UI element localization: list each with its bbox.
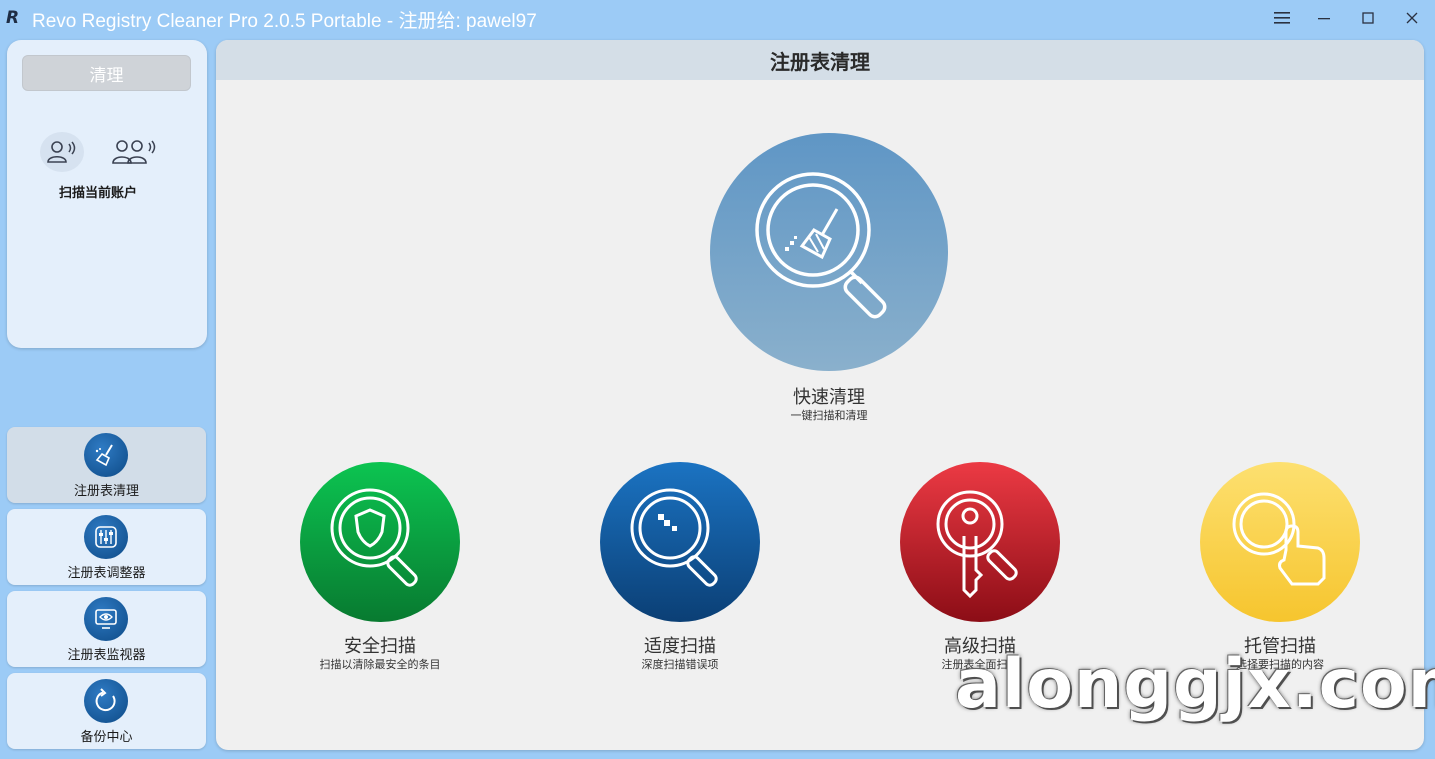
managed-scan-title: 托管扫描 [1244, 636, 1316, 657]
all-users-scan-icon[interactable] [111, 134, 159, 170]
shield-magnifier-icon [330, 488, 418, 587]
sliders-icon [84, 515, 128, 559]
managed-scan-card[interactable]: 托管扫描 选择要扫描的内容 [1160, 462, 1400, 682]
quick-clean-button[interactable] [710, 133, 948, 371]
safe-scan-button[interactable] [300, 462, 460, 622]
advanced-scan-button[interactable] [900, 462, 1060, 622]
broom-icon [84, 433, 128, 477]
current-user-scan-icon[interactable] [40, 132, 84, 172]
nav-label: 注册表清理 [73, 484, 139, 499]
nav-registry-tweaker[interactable]: 注册表调整器 [7, 509, 206, 585]
main-panel: 注册表清理 快速清理 一键扫描和清理 安全扫描 扫描以清除最安全的条目 适度扫描… [216, 40, 1424, 750]
title-bar: R Revo Registry Cleaner Pro 2.0.5 Portab… [0, 0, 1435, 36]
safe-scan-subtitle: 扫描以清除最安全的条目 [319, 658, 441, 671]
nav-backup-center[interactable]: 备份中心 [7, 673, 206, 749]
hand-magnifier-icon [1232, 492, 1326, 586]
minimize-icon[interactable] [1310, 6, 1338, 30]
safe-scan-title: 安全扫描 [344, 636, 416, 657]
moderate-scan-subtitle: 深度扫描错误项 [641, 658, 719, 671]
moderate-scan-title: 适度扫描 [644, 636, 716, 657]
maximize-icon[interactable] [1354, 6, 1382, 30]
scan-options-panel: 清理 扫描当前账户 [7, 40, 207, 348]
nav-label: 备份中心 [80, 730, 133, 745]
app-logo-icon: R [6, 8, 20, 28]
managed-scan-button[interactable] [1200, 462, 1360, 622]
quick-clean-title: 快速清理 [793, 387, 865, 408]
nav-registry-monitor[interactable]: 注册表监视器 [7, 591, 206, 667]
magnifier-broom-icon [755, 172, 887, 319]
page-title: 注册表清理 [216, 40, 1424, 80]
quick-clean-subtitle: 一键扫描和清理 [790, 409, 868, 422]
nav-label: 注册表监视器 [67, 648, 146, 663]
moderate-scan-button[interactable] [600, 462, 760, 622]
safe-scan-card[interactable]: 安全扫描 扫描以清除最安全的条目 [260, 462, 500, 682]
nav-label: 注册表调整器 [67, 566, 146, 581]
nav-registry-cleaner[interactable]: 注册表清理 [7, 427, 206, 503]
monitor-eye-icon [84, 597, 128, 641]
magnifier-icon [630, 488, 718, 587]
managed-scan-subtitle: 选择要扫描的内容 [1236, 658, 1324, 671]
scan-current-account-label: 扫描当前账户 [59, 186, 138, 201]
advanced-scan-card[interactable]: 高级扫描 注册表全面扫描 [860, 462, 1100, 682]
close-icon[interactable] [1398, 6, 1426, 30]
hamburger-icon[interactable] [1268, 6, 1296, 30]
key-magnifier-icon [936, 490, 1018, 599]
window-title: Revo Registry Cleaner Pro 2.0.5 Portable… [32, 11, 537, 32]
advanced-scan-subtitle: 注册表全面扫描 [941, 658, 1019, 671]
clean-button[interactable]: 清理 [22, 55, 191, 91]
moderate-scan-card[interactable]: 适度扫描 深度扫描错误项 [560, 462, 800, 682]
advanced-scan-title: 高级扫描 [944, 636, 1016, 657]
restore-icon [84, 679, 128, 723]
